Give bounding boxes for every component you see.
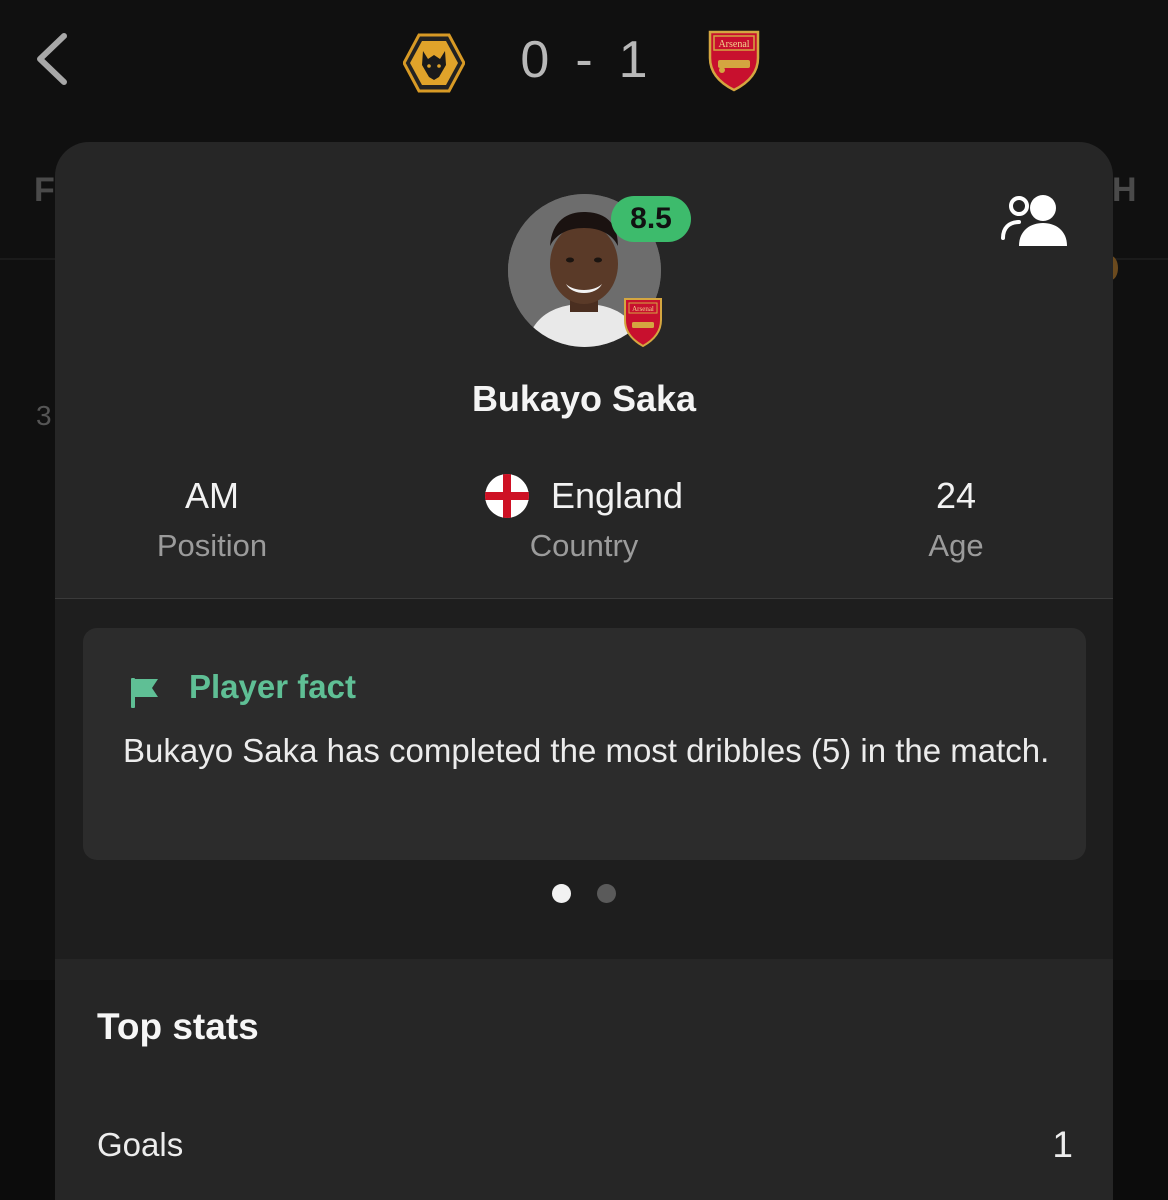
arsenal-crest-lettering: Arsenal (718, 39, 749, 50)
top-stats-title: Top stats (97, 1006, 259, 1047)
country-value: England (550, 475, 684, 516)
carousel-pagination (55, 884, 1113, 903)
player-fact-card[interactable]: Player fact Bukayo Saka has completed th… (83, 628, 1086, 860)
player-fact-title: Player fact (189, 668, 356, 705)
score-separator: - (575, 31, 593, 89)
country-info: England Country (429, 472, 739, 564)
player-rating-badge: 8.5 (611, 196, 691, 242)
carousel-dot[interactable] (597, 884, 616, 903)
arsenal-crest-icon[interactable]: Arsenal (706, 28, 762, 92)
stat-value: 1 (1052, 1124, 1073, 1165)
stat-row-goals: Goals 1 (97, 1117, 1073, 1173)
arsenal-badge-lettering: Arsenal (632, 305, 654, 313)
away-score: 1 (618, 31, 648, 89)
player-name: Bukayo Saka (471, 378, 697, 419)
chevron-left-icon[interactable] (28, 28, 80, 90)
background-tab-letter: H (1112, 171, 1137, 209)
background-number: 3 (36, 400, 52, 431)
arsenal-badge-icon: Arsenal (624, 298, 662, 348)
position-label: Position (156, 528, 268, 563)
player-profile-icon[interactable] (999, 192, 1069, 250)
position-value: AM (185, 475, 239, 516)
age-label: Age (928, 528, 984, 563)
country-label: Country (529, 528, 639, 563)
flag-icon (131, 678, 158, 708)
age-info: 24 Age (801, 472, 1111, 564)
carousel-dot-active[interactable] (552, 884, 571, 903)
player-fact-text: Bukayo Saka has completed the most dribb… (123, 732, 1050, 769)
background-tab-letter: F (34, 171, 55, 209)
england-flag-icon (484, 474, 529, 518)
position-info: AM Position (57, 472, 367, 564)
match-header: 0 - 1 Arsenal (0, 0, 1168, 125)
home-score: 0 (520, 31, 550, 89)
country-value-row: England (429, 472, 739, 520)
player-card-modal: 8.5 Arsenal Bukayo Saka AM Position Engl… (55, 142, 1113, 1200)
match-score: 0 - 1 (500, 28, 668, 92)
stat-label: Goals (97, 1126, 184, 1163)
wolves-crest-icon[interactable] (403, 33, 465, 93)
age-value: 24 (935, 475, 977, 516)
